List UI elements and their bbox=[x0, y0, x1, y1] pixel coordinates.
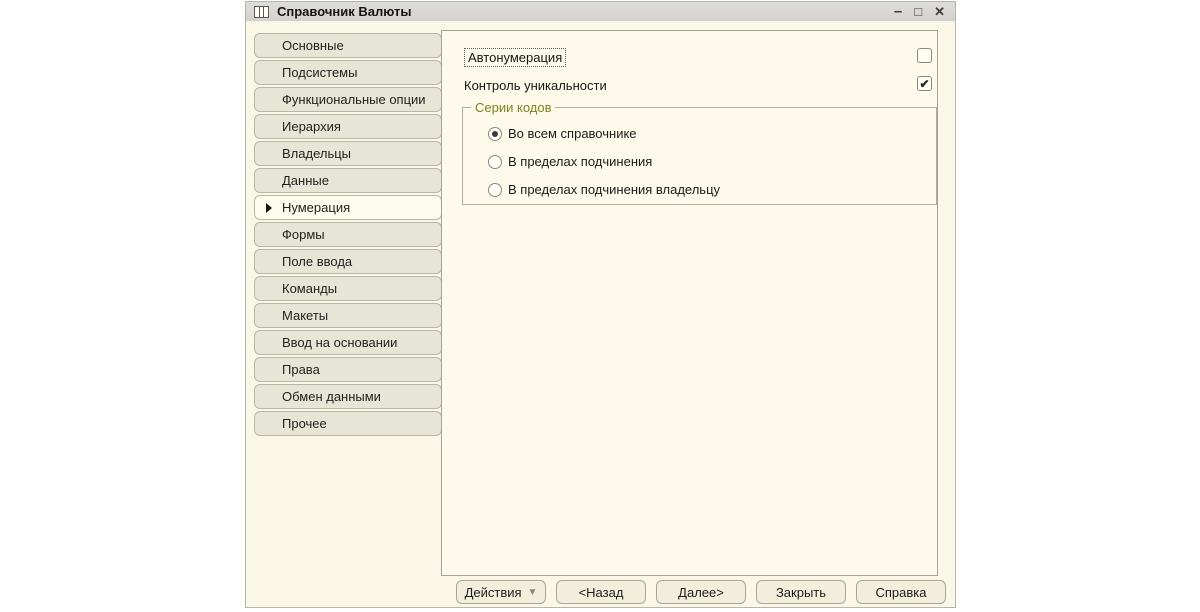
radio-option-3[interactable]: В пределах подчинения владельцу bbox=[488, 182, 720, 197]
dialog-window: Справочник Валюты – □ ✕ Основные Подсисте… bbox=[245, 1, 956, 608]
tab-label: Иерархия bbox=[282, 119, 341, 134]
button-label: Действия bbox=[464, 584, 522, 600]
button-label: <Назад bbox=[578, 584, 624, 600]
tab-14[interactable]: Обмен данными bbox=[254, 384, 442, 409]
tab-label: Прочее bbox=[282, 416, 327, 431]
tab-10[interactable]: Команды bbox=[254, 276, 442, 301]
tab-8[interactable]: Формы bbox=[254, 222, 442, 247]
radio-option-1[interactable]: Во всем справочнике bbox=[488, 126, 637, 141]
button-label: Справка bbox=[875, 584, 927, 600]
tab-6[interactable]: Данные bbox=[254, 168, 442, 193]
radio-label: В пределах подчинения bbox=[508, 154, 653, 169]
tab-label: Основные bbox=[282, 38, 344, 53]
numeration-panel: Автонумерация Контроль уникальности ✔ Се… bbox=[441, 30, 938, 576]
window-controls: – □ ✕ bbox=[894, 4, 949, 19]
close-icon[interactable]: ✕ bbox=[934, 5, 945, 18]
button-4[interactable]: Закрыть bbox=[756, 580, 846, 604]
tab-11[interactable]: Макеты bbox=[254, 303, 442, 328]
footer-buttons: Действия ▼ <Назад Далее> Закрыть Справка bbox=[456, 580, 946, 604]
tab-1[interactable]: Основные bbox=[254, 33, 442, 58]
tab-13[interactable]: Права bbox=[254, 357, 442, 382]
radio-label: Во всем справочнике bbox=[508, 126, 637, 141]
button-2[interactable]: <Назад bbox=[556, 580, 646, 604]
maximize-icon[interactable]: □ bbox=[914, 5, 922, 18]
code-series-group-label: Серии кодов bbox=[471, 100, 556, 115]
tab-list: Основные Подсистемы Функциональные опции Ие… bbox=[254, 33, 442, 438]
tab-label: Поле ввода bbox=[282, 254, 353, 269]
tab-label: Обмен данными bbox=[282, 389, 381, 404]
tab-label: Команды bbox=[282, 281, 338, 296]
autonumbering-label[interactable]: Автонумерация bbox=[464, 47, 567, 67]
dropdown-arrow-icon: ▼ bbox=[527, 586, 538, 598]
tab-label: Права bbox=[282, 362, 320, 377]
uniqueness-label[interactable]: Контроль уникальности bbox=[464, 78, 607, 93]
catalog-icon bbox=[254, 5, 269, 18]
button-3[interactable]: Далее> bbox=[656, 580, 746, 604]
code-series-group: Серии кодов Во всем справочнике В предела… bbox=[462, 100, 937, 205]
button-5[interactable]: Справка bbox=[856, 580, 946, 604]
tab-3[interactable]: Функциональные опции bbox=[254, 87, 442, 112]
tab-label: Нумерация bbox=[282, 200, 351, 215]
titlebar: Справочник Валюты – □ ✕ bbox=[246, 2, 955, 22]
tab-label: Ввод на основании bbox=[282, 335, 398, 350]
minimize-icon[interactable]: – bbox=[894, 4, 902, 19]
button-1[interactable]: Действия ▼ bbox=[456, 580, 546, 604]
window-title: Справочник Валюты bbox=[277, 4, 412, 19]
uniqueness-checkbox[interactable]: ✔ bbox=[917, 76, 932, 91]
tab-2[interactable]: Подсистемы bbox=[254, 60, 442, 85]
client-area: Основные Подсистемы Функциональные опции Ие… bbox=[246, 22, 955, 607]
radio-icon bbox=[488, 182, 502, 197]
tab-7[interactable]: Нумерация bbox=[254, 195, 442, 220]
tab-label: Макеты bbox=[282, 308, 329, 323]
uniqueness-row: Контроль уникальности bbox=[464, 76, 607, 94]
selected-tab-marker-icon bbox=[266, 203, 272, 213]
autonumbering-row: Автонумерация bbox=[464, 47, 567, 67]
tab-12[interactable]: Ввод на основании bbox=[254, 330, 442, 355]
tab-15[interactable]: Прочее bbox=[254, 411, 442, 436]
radio-icon bbox=[488, 154, 502, 169]
tab-label: Формы bbox=[282, 227, 325, 242]
radio-label: В пределах подчинения владельцу bbox=[508, 182, 721, 197]
tab-5[interactable]: Владельцы bbox=[254, 141, 442, 166]
tab-9[interactable]: Поле ввода bbox=[254, 249, 442, 274]
autonumbering-checkbox[interactable] bbox=[917, 48, 932, 63]
button-label: Далее> bbox=[678, 584, 724, 600]
button-label: Закрыть bbox=[775, 584, 827, 600]
tab-label: Владельцы bbox=[282, 146, 352, 161]
tab-label: Функциональные опции bbox=[282, 92, 426, 107]
tab-4[interactable]: Иерархия bbox=[254, 114, 442, 139]
tab-label: Подсистемы bbox=[282, 65, 358, 80]
radio-icon bbox=[488, 126, 502, 141]
radio-option-2[interactable]: В пределах подчинения bbox=[488, 154, 652, 169]
tab-label: Данные bbox=[282, 173, 329, 188]
